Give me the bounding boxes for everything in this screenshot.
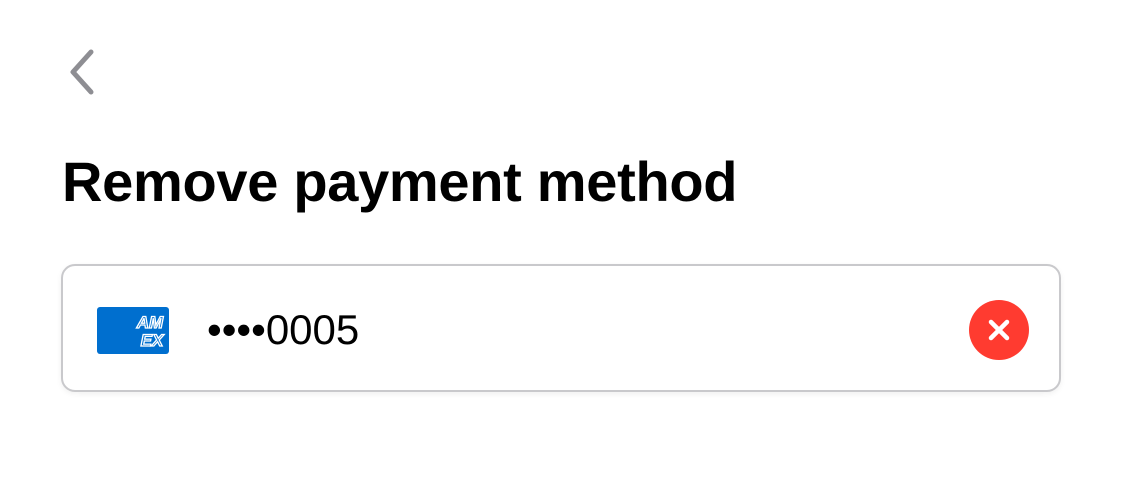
chevron-left-icon [70,49,94,95]
close-icon [988,319,1010,341]
back-button[interactable] [56,44,108,100]
masked-card-number: ••••0005 [207,306,360,353]
amex-logo: AM EX [97,307,169,354]
payment-method-row: AM EX ••••0005 [61,264,1061,392]
amex-logo-text-bottom: EX [141,331,165,350]
remove-payment-method-button[interactable] [969,300,1029,360]
page-title: Remove payment method [62,150,738,213]
amex-logo-text-top: AM [136,313,164,332]
